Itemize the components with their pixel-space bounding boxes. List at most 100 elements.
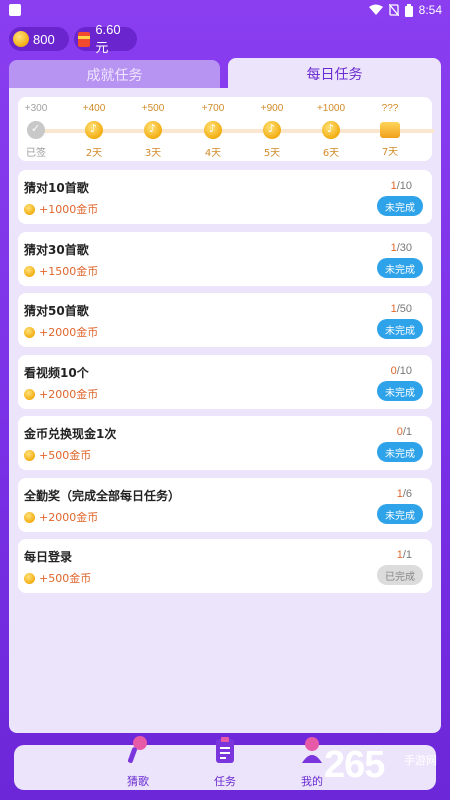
cash-balance[interactable]: 6.60元 xyxy=(74,22,137,55)
signin-day-amount: +1000 xyxy=(316,103,346,114)
task-card: 猜对30首歌 +1500金币 1/30 未完成 xyxy=(18,232,432,286)
signin-day-1[interactable]: +300 已签 xyxy=(16,103,56,159)
task-reward: +500金币 xyxy=(24,570,91,586)
coin-balance[interactable]: 800 xyxy=(9,27,69,51)
task-title: 猜对30首歌 xyxy=(24,243,89,257)
task-title: 猜对50首歌 xyxy=(24,304,89,318)
signin-day-3[interactable]: +500 3天 xyxy=(133,103,173,159)
task-status-button[interactable]: 未完成 xyxy=(377,258,423,278)
status-icons: 8:54 xyxy=(368,3,442,17)
task-card: 猜对10首歌 +1000金币 1/10 未完成 xyxy=(18,170,432,224)
tab-daily-tasks[interactable]: 每日任务 xyxy=(228,58,441,90)
task-reward-text: +2000金币 xyxy=(39,388,99,401)
task-title: 全勤奖（完成全部每日任务） xyxy=(24,489,181,503)
watermark-logo: 265 手游网 xyxy=(312,742,442,792)
coin-icon xyxy=(204,121,222,139)
signin-day-2[interactable]: +400 2天 xyxy=(74,103,114,159)
task-reward: +2000金币 xyxy=(24,509,98,525)
task-progress: 1/6 xyxy=(397,488,412,500)
task-progress-total: /10 xyxy=(396,365,412,377)
coin-icon xyxy=(144,121,162,139)
task-progress: 1/30 xyxy=(391,242,412,254)
coin-icon xyxy=(24,203,35,215)
task-progress-total: /1 xyxy=(402,426,412,438)
signin-day-amount: +700 xyxy=(201,103,225,114)
signin-day-label: 3天 xyxy=(144,148,162,159)
coin-icon xyxy=(24,388,35,400)
signin-day-amount: +300 xyxy=(24,103,48,114)
coin-icon xyxy=(13,31,29,47)
watermark-number: 265 xyxy=(324,744,385,786)
signin-progress-card: +300 已签 +400 2天 +500 3天 +700 4天 +900 5天 … xyxy=(16,97,434,161)
task-status-button[interactable]: 未完成 xyxy=(377,196,423,216)
task-reward-text: +500金币 xyxy=(39,449,92,462)
notification-icon xyxy=(9,4,21,16)
signin-day-5[interactable]: +900 5天 xyxy=(252,103,292,159)
task-progress: 0/1 xyxy=(397,426,412,438)
task-status-button[interactable]: 已完成 xyxy=(377,565,423,585)
nav-item-label: 猜歌 xyxy=(127,775,149,788)
coin-icon xyxy=(322,121,340,139)
task-title: 金币兑换现金1次 xyxy=(24,427,117,441)
task-progress-total: /1 xyxy=(402,549,412,561)
coin-icon xyxy=(24,265,35,277)
signin-day-label: 6天 xyxy=(322,148,340,159)
coin-balance-value: 800 xyxy=(33,31,55,47)
task-status-button[interactable]: 未完成 xyxy=(377,319,423,339)
signin-day-label: 已签 xyxy=(26,148,46,159)
wifi-icon xyxy=(368,4,383,15)
task-card: 猜对50首歌 +2000金币 1/50 未完成 xyxy=(18,293,432,347)
check-icon xyxy=(27,121,45,139)
task-status-button[interactable]: 未完成 xyxy=(377,504,423,524)
signin-day-amount: +500 xyxy=(141,103,165,114)
signin-day-label: 7天 xyxy=(381,147,399,158)
task-progress-total: /10 xyxy=(396,180,412,192)
microphone-icon xyxy=(127,736,147,763)
watermark-site: 手游网 xyxy=(404,755,437,767)
task-reward: +1000金币 xyxy=(24,201,98,217)
task-reward: +2000金币 xyxy=(24,324,98,340)
task-progress: 1/50 xyxy=(391,303,412,315)
task-progress-total: /6 xyxy=(402,488,412,500)
task-reward: +2000金币 xyxy=(24,386,98,402)
task-title: 看视频10个 xyxy=(24,366,89,380)
task-reward-text: +2000金币 xyxy=(39,511,99,524)
status-bar: 8:54 xyxy=(0,0,450,22)
tab-achievement-tasks[interactable]: 成就任务 xyxy=(9,60,220,90)
coin-icon xyxy=(85,121,103,139)
task-reward-text: +500金币 xyxy=(39,572,92,585)
task-reward: +1500金币 xyxy=(24,263,98,279)
signin-day-6[interactable]: +1000 6天 xyxy=(311,103,351,159)
signin-day-label: 5天 xyxy=(263,148,281,159)
battery-icon xyxy=(404,3,413,17)
task-progress: 0/10 xyxy=(391,365,412,377)
task-status-button[interactable]: 未完成 xyxy=(377,381,423,401)
coin-icon xyxy=(24,511,35,523)
coin-icon xyxy=(24,326,35,338)
nav-item-guess-song[interactable]: 猜歌 xyxy=(108,736,168,790)
signin-day-7[interactable]: ??? 7天 xyxy=(370,103,410,158)
signin-day-label: 4天 xyxy=(204,148,222,159)
clock: 8:54 xyxy=(418,3,442,17)
coin-icon xyxy=(24,572,35,584)
signin-day-amount: +400 xyxy=(82,103,106,114)
clipboard-icon xyxy=(216,737,234,763)
coin-icon xyxy=(24,449,35,461)
signin-day-amount: ??? xyxy=(381,103,399,114)
nav-item-tasks[interactable]: 任务 xyxy=(195,737,255,790)
task-title: 猜对10首歌 xyxy=(24,181,89,195)
coin-icon xyxy=(263,121,281,139)
signin-day-4[interactable]: +700 4天 xyxy=(193,103,233,159)
task-card: 每日登录 +500金币 1/1 已完成 xyxy=(18,539,432,593)
nav-item-label: 任务 xyxy=(214,775,236,788)
task-reward-text: +1000金币 xyxy=(39,203,99,216)
cash-balance-value: 6.60元 xyxy=(95,22,121,55)
task-reward-text: +2000金币 xyxy=(39,326,99,339)
task-progress: 1/1 xyxy=(397,549,412,561)
task-card: 金币兑换现金1次 +500金币 0/1 未完成 xyxy=(18,416,432,470)
task-progress: 1/10 xyxy=(391,180,412,192)
task-card: 看视频10个 +2000金币 0/10 未完成 xyxy=(18,355,432,409)
task-card: 全勤奖（完成全部每日任务） +2000金币 1/6 未完成 xyxy=(18,478,432,532)
no-sim-icon xyxy=(388,4,399,16)
task-status-button[interactable]: 未完成 xyxy=(377,442,423,462)
